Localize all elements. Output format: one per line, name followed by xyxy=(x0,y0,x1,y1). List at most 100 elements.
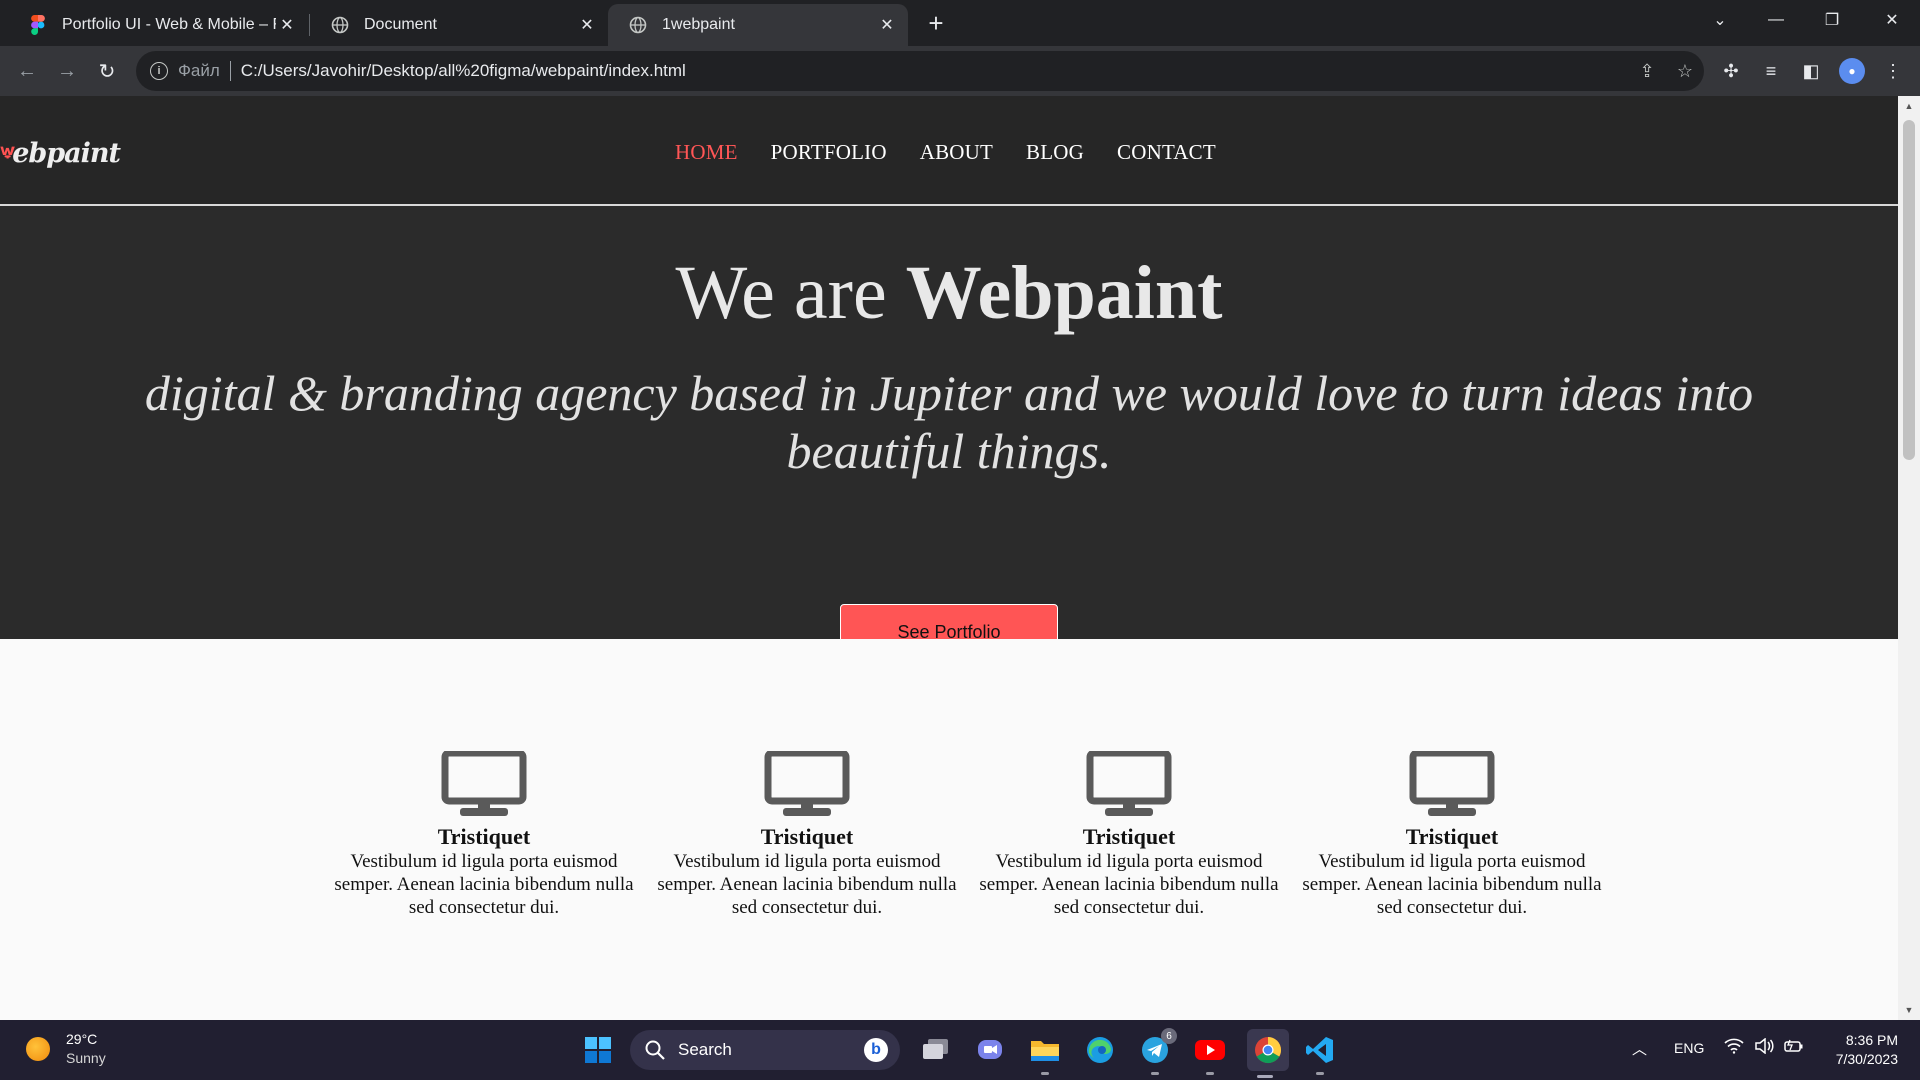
youtube-icon[interactable] xyxy=(1192,1032,1228,1075)
close-tab-icon[interactable]: ✕ xyxy=(876,14,898,36)
globe-icon xyxy=(628,15,648,35)
notification-badge: 6 xyxy=(1161,1028,1177,1044)
info-icon[interactable]: i xyxy=(150,62,168,80)
nav-about[interactable]: ABOUT xyxy=(920,140,993,165)
weather-temp: 29°C xyxy=(66,1031,98,1047)
address-bar[interactable]: i Файл C:/Users/Javohir/Desktop/all%20fi… xyxy=(136,51,1704,91)
windows-logo-icon xyxy=(585,1037,611,1063)
scroll-down-icon[interactable]: ▼ xyxy=(1898,1000,1920,1020)
address-divider xyxy=(229,61,231,81)
tab-search-chevron-icon[interactable]: ⌄ xyxy=(1692,0,1748,40)
feature-title: Tristiquet xyxy=(760,824,854,849)
hero-tagline: digital & branding agency based in Jupit… xyxy=(144,365,1754,479)
battery-icon[interactable] xyxy=(1784,1038,1804,1058)
search-placeholder: Search xyxy=(678,1040,732,1059)
nav-home[interactable]: HOME xyxy=(675,140,738,165)
tab-title: Portfolio UI - Web & Mobile – Fig xyxy=(62,16,276,33)
restore-icon[interactable]: ❐ xyxy=(1804,0,1860,40)
feature-card: Tristiquet Vestibulum id ligula porta eu… xyxy=(1302,749,1602,919)
figma-icon xyxy=(28,15,48,35)
close-tab-icon[interactable]: ✕ xyxy=(276,14,298,36)
media-queue-icon[interactable]: ≡ xyxy=(1756,56,1786,86)
scroll-up-icon[interactable]: ▲ xyxy=(1898,96,1920,116)
file-explorer-icon[interactable] xyxy=(1027,1032,1063,1075)
monitor-icon xyxy=(441,749,527,816)
close-tab-icon[interactable]: ✕ xyxy=(576,14,598,36)
hero-section: We are Webpaint digital & branding agenc… xyxy=(0,206,1898,660)
scrollbar-thumb[interactable] xyxy=(1903,120,1915,460)
feature-text: Vestibulum id ligula porta euismod sempe… xyxy=(657,851,957,918)
show-hidden-icons-chevron-icon[interactable]: ︿ xyxy=(1632,1038,1647,1059)
bookmark-star-icon[interactable]: ☆ xyxy=(1666,56,1704,86)
profile-avatar[interactable]: ● xyxy=(1839,58,1865,84)
feature-card: Tristiquet Vestibulum id ligula porta eu… xyxy=(979,749,1279,919)
monitor-icon xyxy=(1086,749,1172,816)
nav-contact[interactable]: CONTACT xyxy=(1117,140,1216,165)
system-clock[interactable]: 8:36 PM 7/30/2023 xyxy=(1822,1031,1898,1069)
browser-toolbar: ← → ↻ i Файл C:/Users/Javohir/Desktop/al… xyxy=(0,46,1920,96)
logo-text: ebpaint xyxy=(12,138,121,169)
site-header: ebpaint HOME PORTFOLIO ABOUT BLOG CONTAC… xyxy=(0,96,1898,206)
tab-figma[interactable]: Portfolio UI - Web & Mobile – Fig ✕ xyxy=(8,4,308,46)
tab-document[interactable]: Document ✕ xyxy=(310,4,608,46)
running-indicator xyxy=(1041,1072,1049,1075)
share-icon[interactable]: ⇪ xyxy=(1628,56,1666,86)
search-icon xyxy=(645,1040,665,1060)
feature-text: Vestibulum id ligula porta euismod sempe… xyxy=(334,851,634,918)
tab-title: Document xyxy=(364,16,437,33)
running-indicator xyxy=(1151,1072,1159,1075)
reload-icon[interactable]: ↻ xyxy=(92,56,122,86)
nav-portfolio[interactable]: PORTFOLIO xyxy=(771,140,887,165)
feature-card: Tristiquet Vestibulum id ligula porta eu… xyxy=(334,749,634,919)
side-panel-icon[interactable]: ◧ xyxy=(1796,56,1826,86)
feature-title: Tristiquet xyxy=(1082,824,1176,849)
task-view-icon[interactable] xyxy=(918,1032,954,1068)
scheme-label: Файл xyxy=(178,61,220,80)
close-window-icon[interactable]: ✕ xyxy=(1864,0,1920,40)
telegram-icon[interactable]: 6 xyxy=(1137,1028,1177,1075)
page-scrollbar[interactable]: ▲ ▼ xyxy=(1898,96,1920,1020)
globe-icon xyxy=(330,15,350,35)
nav-blog[interactable]: BLOG xyxy=(1026,140,1084,165)
features-section: Tristiquet Vestibulum id ligula porta eu… xyxy=(0,639,1898,1020)
volume-icon[interactable] xyxy=(1754,1037,1774,1058)
tab-1webpaint[interactable]: 1webpaint ✕ xyxy=(608,4,908,46)
new-tab-button[interactable]: + xyxy=(922,8,950,38)
forward-icon[interactable]: → xyxy=(52,56,82,86)
hero-title: We are Webpaint xyxy=(0,250,1898,337)
edge-icon[interactable] xyxy=(1082,1032,1118,1068)
vscode-icon[interactable] xyxy=(1302,1032,1338,1075)
monitor-icon xyxy=(764,749,850,816)
hero-title-brand: Webpaint xyxy=(905,251,1223,335)
tab-title: 1webpaint xyxy=(662,16,735,33)
back-icon[interactable]: ← xyxy=(12,56,42,86)
taskbar-search[interactable]: Search b xyxy=(630,1030,900,1070)
url-text[interactable]: C:/Users/Javohir/Desktop/all%20figma/web… xyxy=(241,61,1628,81)
running-indicator xyxy=(1206,1072,1214,1075)
feature-title: Tristiquet xyxy=(437,824,531,849)
webpaint-logo[interactable]: ebpaint xyxy=(0,130,121,170)
feature-title: Tristiquet xyxy=(1405,824,1499,849)
feature-text: Vestibulum id ligula porta euismod sempe… xyxy=(979,851,1279,918)
menu-kebab-icon[interactable]: ⋮ xyxy=(1878,56,1908,86)
wifi-icon[interactable] xyxy=(1724,1038,1744,1058)
chrome-icon[interactable] xyxy=(1247,1029,1289,1078)
clock-date: 7/30/2023 xyxy=(1835,1051,1898,1067)
windows-taskbar: 29°C Sunny Search b 6 ︿ ENG 8:36 PM 7/30… xyxy=(0,1020,1920,1080)
monitor-icon xyxy=(1409,749,1495,816)
clock-time: 8:36 PM xyxy=(1845,1032,1898,1048)
start-button[interactable] xyxy=(580,1032,616,1068)
extensions-icon[interactable]: ✣ xyxy=(1716,56,1746,86)
teams-chat-icon[interactable] xyxy=(972,1032,1008,1068)
minimize-icon[interactable]: — xyxy=(1748,0,1804,40)
browser-tab-strip: Portfolio UI - Web & Mobile – Fig ✕ Docu… xyxy=(0,0,1920,46)
page-viewport: ebpaint HOME PORTFOLIO ABOUT BLOG CONTAC… xyxy=(0,96,1898,1020)
bing-icon[interactable]: b xyxy=(864,1038,888,1062)
running-indicator xyxy=(1257,1075,1273,1078)
weather-condition: Sunny xyxy=(66,1050,106,1066)
language-indicator[interactable]: ENG xyxy=(1674,1040,1704,1056)
running-indicator xyxy=(1316,1072,1324,1075)
weather-widget[interactable]: 29°C Sunny xyxy=(26,1030,106,1068)
feature-card: Tristiquet Vestibulum id ligula porta eu… xyxy=(657,749,957,919)
weather-text: 29°C Sunny xyxy=(66,1030,106,1068)
